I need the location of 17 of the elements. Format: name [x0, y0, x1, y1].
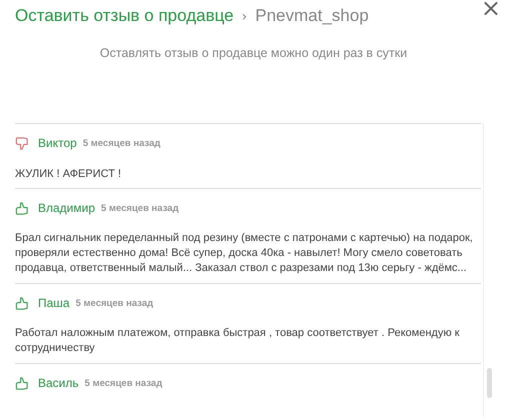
shop-name: Pnevmat_shop — [255, 6, 369, 26]
close-button[interactable]: × — [476, 0, 505, 22]
review-text: ЖУЛИК ! АФЕРИСТ ! — [15, 167, 122, 182]
review-time: 5 месяцев назад — [84, 378, 162, 388]
author-name[interactable]: Паша — [38, 296, 70, 310]
notice-text: Оставлять отзыв о продавце можно один раз в сутки — [98, 46, 408, 60]
review-time: 5 месяцев назад — [82, 138, 160, 148]
review-time: 5 месяцев назад — [101, 202, 179, 214]
author-name[interactable]: Василь — [38, 376, 79, 390]
author-name[interactable]: Виктор — [38, 136, 77, 150]
author-name[interactable]: Владимир — [38, 201, 96, 215]
breadcrumb-link[interactable]: Оставить отзыв о продавце — [15, 6, 234, 26]
review-text: Работал наложным платежом, отправка быстрая , товар соответствует . Рекомендую к сотрудничеству — [15, 326, 460, 356]
review-text: Брал сигнальник переделанный под резину (вместе с патронами с картечью) на подарок, проверяли естественно дома! Всё супер, доска 40ка - навылет! Могу смело советовать продавца, ответственный малый... Заказал ствол с разрезами под 13ю серьгу - ждёмс... — [15, 231, 474, 276]
scrollbar-thumb[interactable] — [487, 368, 492, 398]
review-time: 5 месяцев назад — [76, 298, 154, 308]
breadcrumb-separator: › — [242, 9, 248, 25]
